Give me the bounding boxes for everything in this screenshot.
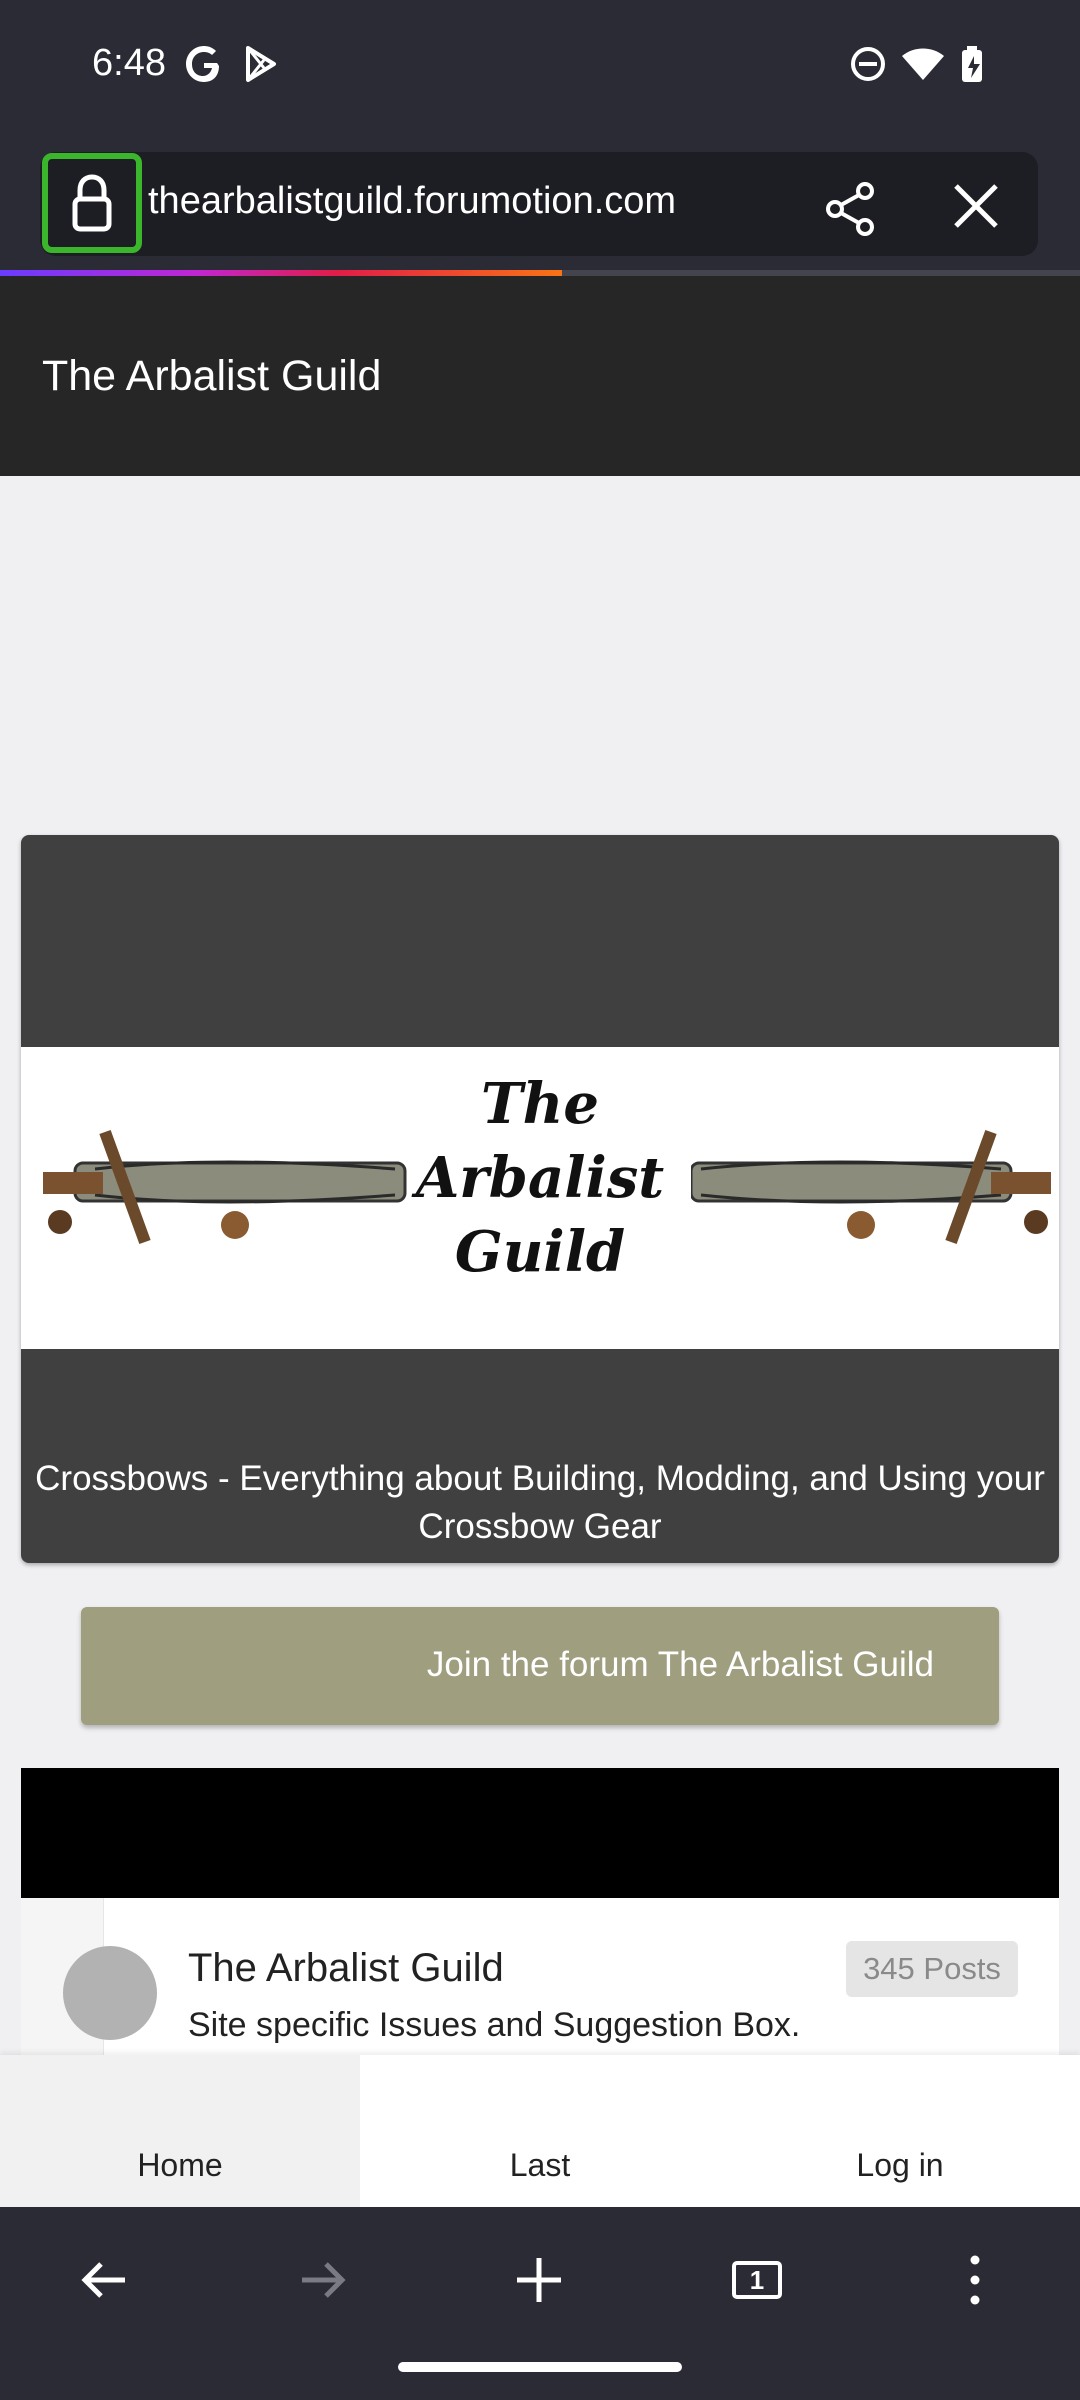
close-icon[interactable] [946,176,1006,236]
forum-bottom-nav: Home Last Log in [0,2055,1080,2207]
new-tab-icon[interactable] [494,2235,584,2325]
site-title[interactable]: The Arbalist Guild [42,352,381,401]
nav-home-label: Home [137,2147,223,2183]
category-header [21,1768,1059,1898]
wifi-icon [900,44,946,84]
nav-last-tab[interactable]: Last [360,2055,720,2207]
play-store-icon [240,44,280,84]
posts-count-badge: 345 Posts [846,1941,1018,1997]
forum-title-link[interactable]: The Arbalist Guild [188,1946,504,1991]
google-g-icon [184,44,224,84]
share-icon[interactable] [818,176,884,242]
tabs-icon[interactable]: 1 [712,2235,802,2325]
forum-description: Site specific Issues and Suggestion Box. [188,2006,801,2044]
nav-home-tab[interactable]: Home [0,2055,360,2207]
nav-login-tab[interactable]: Log in [720,2055,1080,2207]
join-forum-button[interactable]: Join the forum The Arbalist Guild [81,1607,999,1725]
back-arrow-icon[interactable] [60,2235,150,2325]
banner-tagline: Crossbows - Everything about Building, M… [35,1459,1045,1546]
forum-banner: The Arbalist Guild Crossbows - Everythin… [21,835,1059,1563]
do-not-disturb-icon [848,44,888,84]
nav-login-label: Log in [856,2147,944,2183]
menu-icon[interactable] [930,2235,1020,2325]
forward-arrow-icon[interactable] [277,2235,367,2325]
site-security-button[interactable] [42,153,142,253]
crossbow-right-image [691,1129,1051,1245]
home-indicator[interactable] [398,2362,682,2372]
tab-count: 1 [732,2261,782,2299]
category-card: The Arbalist Guild Site specific Issues … [21,1768,1059,2068]
status-time: 6:48 [92,42,166,84]
battery-icon [956,44,992,84]
crossbow-left-image [43,1129,407,1245]
url-text[interactable]: thearbalistguild.forumotion.com [148,180,676,223]
lock-icon [72,174,112,232]
banner-logo-line: Guild [454,1219,626,1285]
banner-logo-line: The [480,1071,599,1137]
banner-logo: The Arbalist Guild [411,1067,669,1289]
join-forum-label: Join the forum The Arbalist Guild [426,1645,934,1684]
banner-image: The Arbalist Guild [21,1047,1059,1349]
category-avatar [63,1946,157,2040]
nav-last-label: Last [509,2147,571,2183]
banner-logo-line: Arbalist [415,1145,665,1211]
